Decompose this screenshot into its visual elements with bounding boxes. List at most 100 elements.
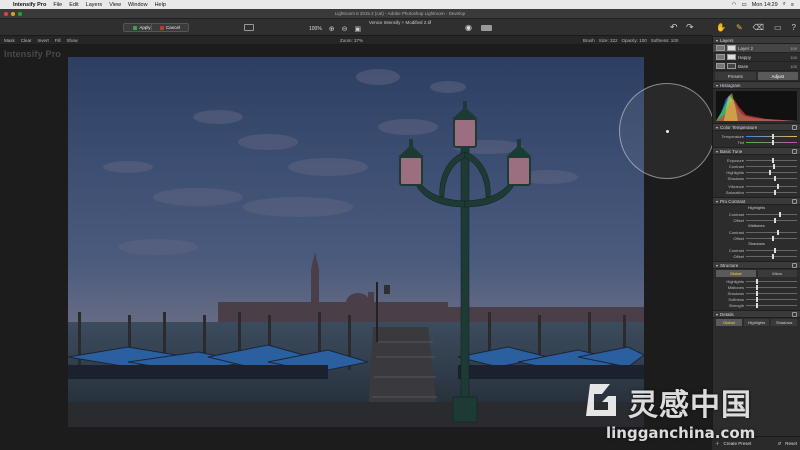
slider-knob[interactable] [771,133,774,139]
slider-track[interactable] [746,253,797,259]
slider-knob[interactable] [774,247,777,253]
slider-knob[interactable] [776,183,779,189]
histogram-header[interactable]: ▾ Histogram [713,81,800,89]
layer-row[interactable]: Happy 100 [713,53,800,62]
brush-tool-icon[interactable]: ✎ [736,23,743,32]
mask-show-button[interactable]: Show [67,38,78,43]
battery-icon[interactable]: ▭ [741,2,746,8]
menu-list-icon[interactable]: ≡ [791,2,794,8]
slider-track[interactable] [746,183,797,189]
slider-track[interactable] [746,296,797,302]
compare-view-icon[interactable] [244,24,254,31]
slider-knob[interactable] [756,278,759,284]
preview-eye-icon[interactable]: ◉ [465,23,472,32]
help-icon[interactable]: ? [792,23,796,32]
enable-checkbox[interactable] [792,262,797,268]
cancel-button[interactable]: Cancel [151,23,189,32]
slider-knob[interactable] [771,253,774,259]
slider-knob[interactable] [779,211,782,217]
enable-checkbox[interactable] [792,311,797,317]
hand-tool-icon[interactable]: ✋ [716,23,726,32]
menu-window[interactable]: Window [128,2,148,8]
details-header[interactable]: ▾ Details [713,310,800,318]
layer-row[interactable]: Base 100 [713,62,800,71]
color-temperature-header[interactable]: ▾ Color Temperature [713,123,800,131]
details-tab-global[interactable]: Global [716,319,742,326]
slider-track[interactable] [746,229,797,235]
slider-knob[interactable] [756,290,759,296]
enable-checkbox[interactable] [792,124,797,130]
menu-view[interactable]: View [109,2,121,8]
layer-row[interactable]: Layer 2 100 [713,44,800,53]
slider-knob[interactable] [772,163,775,169]
slider-track[interactable] [746,217,797,223]
menu-layers[interactable]: Layers [86,2,103,8]
slider-track[interactable] [746,169,797,175]
canvas-area[interactable]: Intensify Pro [0,45,712,450]
menu-edit[interactable]: Edit [69,2,78,8]
structure-tab-global[interactable]: Global [716,270,756,277]
slider-knob[interactable] [771,157,774,163]
minimize-window-button[interactable] [11,12,15,16]
slider-track[interactable] [746,290,797,296]
slider-track[interactable] [746,157,797,163]
slider-knob[interactable] [771,139,774,145]
brush-opacity[interactable]: Opacity: 100 [622,38,647,43]
slider-knob[interactable] [774,189,777,195]
menu-clock[interactable]: Mon 14:29 [752,2,778,8]
slider-knob[interactable] [774,217,777,223]
slider-track[interactable] [746,139,797,145]
slider-knob[interactable] [771,235,774,241]
zoom-window-button[interactable] [18,12,22,16]
redo-icon[interactable]: ↷ [686,22,694,33]
zoom-out-icon[interactable]: ⊖ [342,25,348,33]
details-tab-highlights[interactable]: Highlights [743,319,770,326]
create-preset-button[interactable]: Create Preset [724,441,752,446]
slider-track[interactable] [746,284,797,290]
mask-invert-button[interactable]: Invert [38,38,49,43]
undo-icon[interactable]: ↶ [670,22,678,33]
split-view-icon[interactable] [481,25,492,31]
slider-track[interactable] [746,211,797,217]
slider-knob[interactable] [756,284,759,290]
wifi-icon[interactable]: ◠ [732,2,737,8]
slider-track[interactable] [746,133,797,139]
zoom-in-icon[interactable]: ⊕ [329,25,335,33]
zoom-level[interactable]: 100% [309,26,322,32]
slider-track[interactable] [746,163,797,169]
menu-help[interactable]: Help [155,2,166,8]
fit-screen-icon[interactable]: ▣ [355,25,362,33]
slider-track[interactable] [746,302,797,308]
slider-knob[interactable] [768,169,771,175]
slider-track[interactable] [746,235,797,241]
tab-presets[interactable]: Presets [715,72,756,80]
layers-header[interactable]: ▾ Layers [713,36,800,44]
enable-checkbox[interactable] [792,198,797,204]
structure-header[interactable]: ▾ Structure [713,261,800,269]
structure-tab-micro[interactable]: Micro [757,270,797,277]
details-tab-shadows[interactable]: Shadows [771,319,798,326]
mask-fill-button[interactable]: Fill [55,38,61,43]
slider-track[interactable] [746,278,797,284]
basic-tune-header[interactable]: ▾ Basic Tune [713,147,800,155]
slider-track[interactable] [746,247,797,253]
brush-size[interactable]: Size: 322 [599,38,618,43]
slider-knob[interactable] [756,296,759,302]
mask-clear-button[interactable]: Clear [21,38,32,43]
slider-knob[interactable] [756,302,759,308]
menu-app-name[interactable]: Intensify Pro [13,2,46,8]
close-window-button[interactable] [4,12,8,16]
enable-checkbox[interactable] [792,148,797,154]
tab-adjust[interactable]: Adjust [757,72,798,80]
slider-track[interactable] [746,189,797,195]
search-icon[interactable]: ⌕ [783,1,786,8]
slider-knob[interactable] [776,229,779,235]
photo-preview[interactable] [68,57,644,427]
slider-knob[interactable] [774,175,777,181]
reset-button[interactable]: Reset [785,441,797,446]
menu-file[interactable]: File [53,2,62,8]
eraser-tool-icon[interactable]: ⌫ [753,23,764,32]
slider-track[interactable] [746,175,797,181]
brush-softness[interactable]: Softness: 100 [651,38,679,43]
pro-contrast-header[interactable]: ▾ Pro Contrast [713,197,800,205]
